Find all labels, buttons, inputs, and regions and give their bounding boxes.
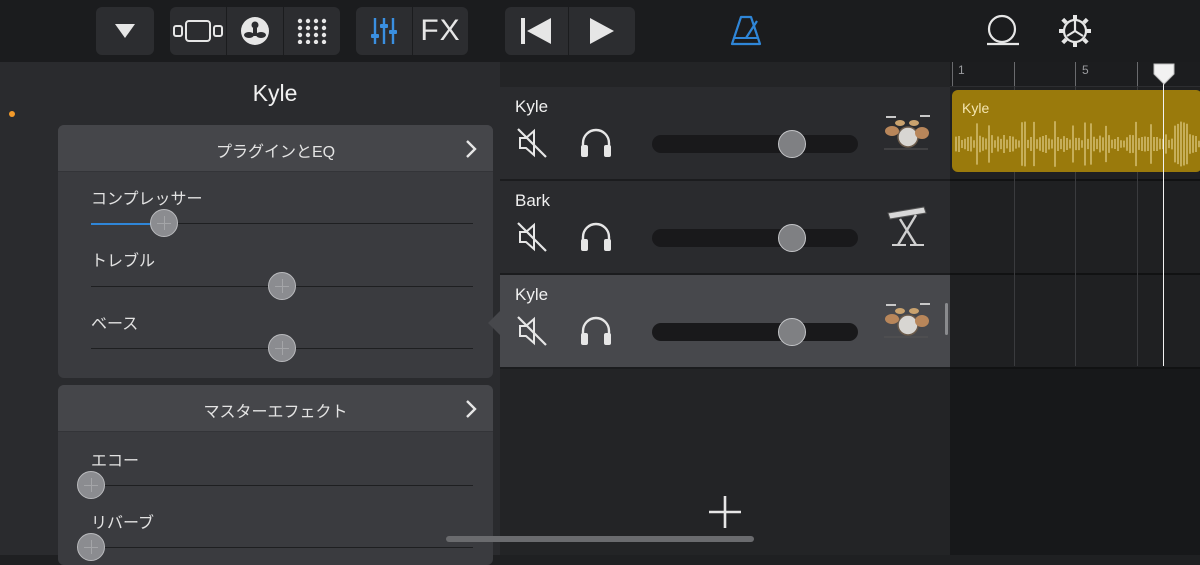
metronome-button[interactable]: [726, 7, 766, 55]
inspector-title: Kyle: [252, 80, 298, 106]
mute-icon[interactable]: [514, 313, 550, 349]
mute-icon[interactable]: [514, 125, 550, 161]
headphones-icon[interactable]: [578, 219, 614, 255]
grid-view-button[interactable]: [284, 7, 340, 55]
playhead-line: [1163, 70, 1164, 366]
track-name: Kyle: [515, 285, 549, 304]
track-header[interactable]: Bark: [500, 181, 950, 275]
loop-browser-button[interactable]: [980, 7, 1024, 55]
track-list: Kyle Bark Kyle: [488, 62, 950, 555]
gear-icon: [1059, 15, 1091, 47]
track-header[interactable]: Kyle: [500, 87, 950, 181]
timeline-area[interactable]: 1 5 Kyle: [950, 62, 1200, 555]
echo-label: エコー: [91, 453, 140, 470]
settings-button[interactable]: [1055, 7, 1095, 55]
fx-button[interactable]: FX: [413, 7, 468, 55]
master-effects-card: マスターエフェクト エコー リバーブ: [58, 385, 493, 565]
ruler-tick: [952, 62, 953, 86]
play-button[interactable]: [569, 7, 635, 55]
bass-slider[interactable]: [91, 334, 473, 362]
grid-dots-icon: [297, 18, 327, 44]
tracks-view-button[interactable]: [170, 7, 226, 55]
triangle-down-icon: [96, 7, 154, 55]
view-button-group: [170, 7, 340, 55]
skip-back-icon: [521, 18, 551, 44]
transport-group: [505, 7, 635, 55]
track-header-selected[interactable]: Kyle: [488, 275, 950, 369]
plugins-eq-header[interactable]: プラグインとEQ: [58, 125, 493, 172]
echo-slider[interactable]: [77, 471, 473, 499]
home-indicator: [446, 536, 754, 542]
plugins-eq-label: プラグインとEQ: [215, 144, 336, 161]
reverb-knob[interactable]: [77, 533, 105, 561]
playhead-handle[interactable]: [1152, 62, 1176, 86]
track-name: Kyle: [515, 97, 549, 116]
track-name: Bark: [515, 191, 550, 210]
drum-kit-icon[interactable]: [878, 111, 934, 151]
headphones-icon[interactable]: [578, 125, 614, 161]
track-volume-knob[interactable]: [778, 224, 807, 252]
play-icon: [590, 18, 614, 44]
treble-slider[interactable]: [91, 272, 473, 300]
add-track-icon[interactable]: [705, 492, 745, 532]
bass-label: ベース: [91, 316, 139, 333]
track-volume-slider[interactable]: [652, 224, 858, 252]
track-volume-knob[interactable]: [778, 130, 807, 158]
track-volume-slider[interactable]: [652, 318, 858, 346]
mixer-sliders-icon: [371, 18, 397, 44]
echo-knob[interactable]: [77, 471, 105, 499]
master-effects-header[interactable]: マスターエフェクト: [58, 385, 493, 432]
ruler-tick: [1137, 62, 1138, 86]
ruler-mark: 1: [958, 63, 965, 77]
reverb-label: リバーブ: [91, 515, 155, 532]
headphones-icon[interactable]: [578, 313, 614, 349]
keyboard-icon[interactable]: [878, 203, 934, 249]
reverb-slider[interactable]: [77, 533, 473, 561]
treble-knob[interactable]: [268, 272, 296, 300]
top-toolbar: FX: [0, 0, 1200, 62]
track-volume-knob[interactable]: [778, 318, 807, 346]
bass-knob[interactable]: [268, 334, 296, 362]
activity-indicator: [9, 111, 15, 117]
fx-label: FX: [420, 14, 461, 47]
ruler-tick: [1014, 62, 1015, 86]
plugins-eq-card: プラグインとEQ コンプレッサー トレブル ベース: [58, 125, 493, 378]
compressor-label: コンプレッサー: [91, 191, 203, 208]
compressor-knob[interactable]: [149, 209, 178, 237]
compressor-slider[interactable]: [91, 209, 473, 237]
ruler-tick: [1075, 62, 1076, 86]
live-loops-button[interactable]: [227, 7, 283, 55]
drum-kit-icon[interactable]: [878, 299, 934, 339]
chevron-right-icon: [466, 140, 477, 158]
mixer-fx-group: FX: [356, 7, 468, 55]
track-volume-slider[interactable]: [652, 130, 858, 158]
mixer-button[interactable]: [356, 7, 412, 55]
loop-icon: [987, 14, 1019, 46]
master-effects-label: マスターエフェクト: [203, 404, 348, 421]
scroll-indicator: [945, 303, 948, 335]
chevron-right-icon: [466, 400, 477, 418]
treble-label: トレブル: [91, 253, 156, 270]
metronome-icon: [730, 15, 762, 46]
tracks-view-icon: [173, 20, 223, 42]
go-to-beginning-button[interactable]: [505, 7, 567, 55]
mute-icon[interactable]: [514, 219, 550, 255]
dropdown-button[interactable]: [96, 7, 154, 55]
ruler-mark: 5: [1082, 63, 1089, 77]
selection-pointer: [488, 311, 500, 335]
drummer-icon: [241, 17, 269, 45]
track-inspector: Kyle プラグインとEQ コンプレッサー トレブル ベース マスターエフェクト: [0, 62, 500, 565]
